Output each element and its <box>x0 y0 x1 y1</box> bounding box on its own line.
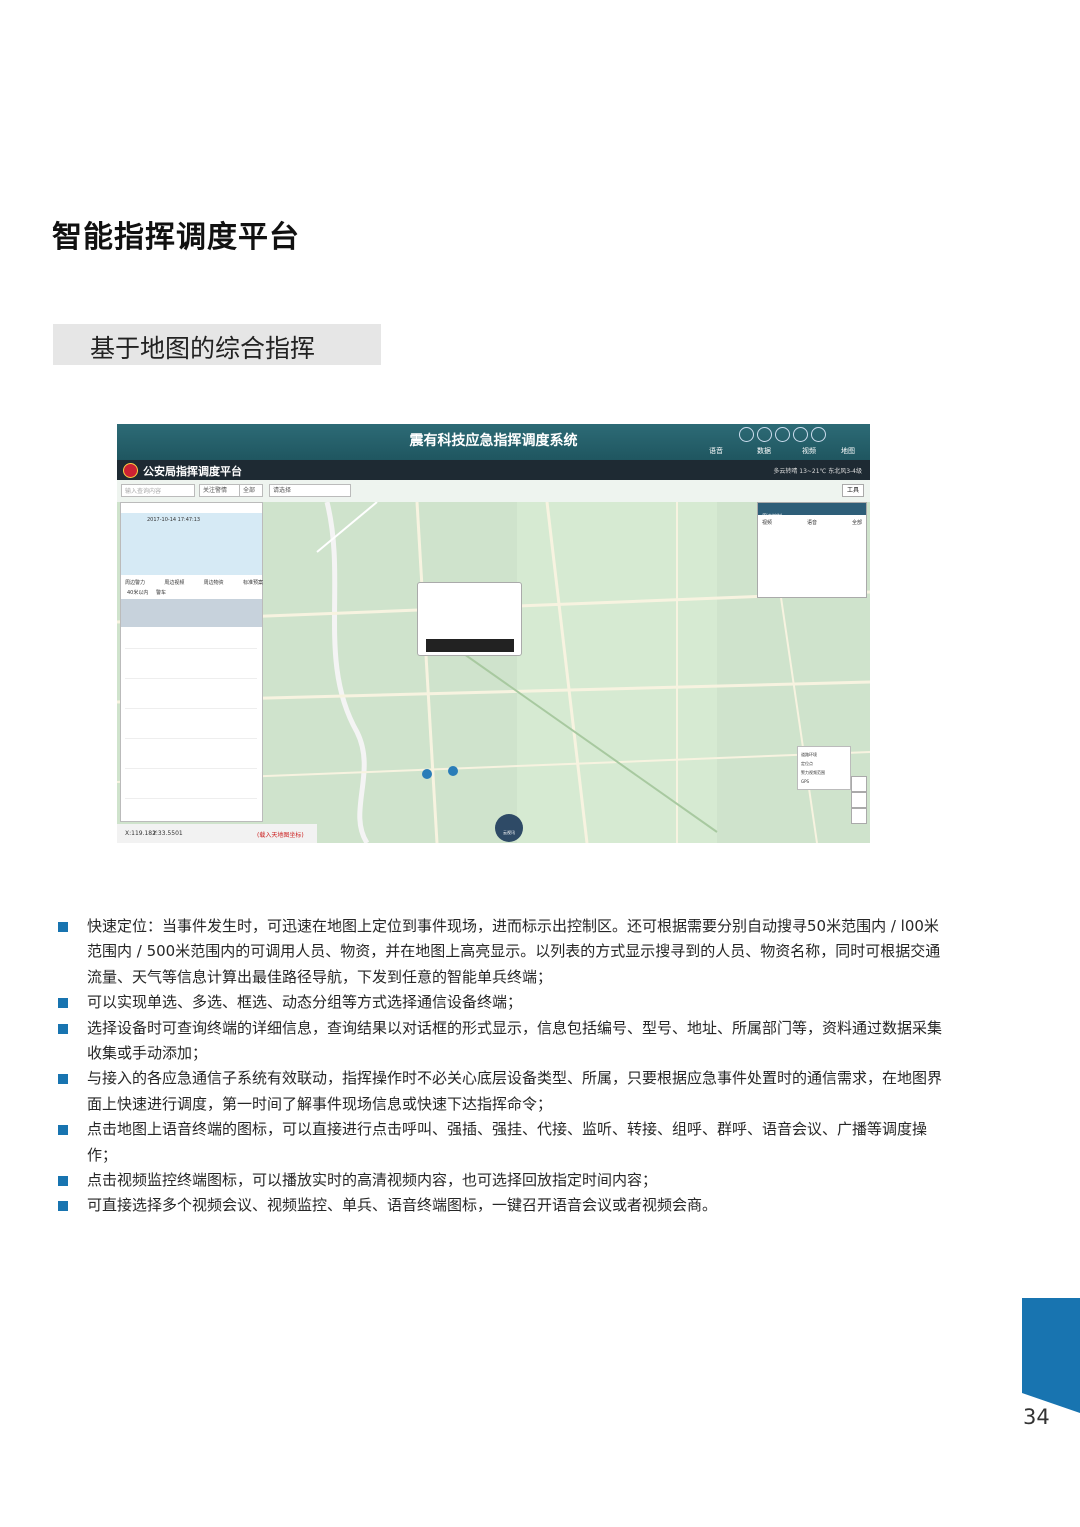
tools-button[interactable]: 工具 <box>842 484 864 497</box>
tab-nearby-video[interactable]: 周边视频 <box>164 579 184 586</box>
radius-option[interactable]: 警车 <box>156 590 166 596</box>
bullet-text: 点击视频监控终端图标，可以播放实时的高清视频内容，也可选择回放指定时间内容； <box>87 1171 658 1190</box>
layer-menu: 道路环境 定位点 警力视频范围 GPS <box>797 746 851 790</box>
radius-option[interactable]: 40米以内 <box>127 590 148 596</box>
list-item: 选择设备时可查询终端的详细信息，查询结果以对话框的形式显示，信息包括编号、型号、… <box>58 1016 948 1067</box>
bullet-text: 选择设备时可查询终端的详细信息，查询结果以对话框的形式显示，信息包括编号、型号、… <box>87 1018 943 1063</box>
popup-action-bar[interactable] <box>426 639 514 652</box>
bullet-square-icon <box>58 1176 68 1187</box>
layers-button[interactable] <box>851 776 867 792</box>
list-item: 点击地图上语音终端的图标，可以直接进行点击呼叫、强插、强挂、代接、监听、转接、组… <box>58 1117 948 1168</box>
list-item: 点击视频监控终端图标，可以播放实时的高清视频内容，也可选择回放指定时间内容； <box>58 1168 948 1193</box>
list-item[interactable] <box>125 633 257 649</box>
control-option[interactable]: 语音 <box>807 519 817 526</box>
page-title: 智能指挥调度平台 <box>52 220 300 255</box>
cloud-label: 云视讯 <box>503 830 515 835</box>
list-item: 可以实现单选、多选、框选、动态分组等方式选择通信设备终端； <box>58 990 948 1015</box>
bullet-text: 与接入的各应急通信子系统有效联动，指挥操作时不必关心底层设备类型、所属，只要根据… <box>87 1069 943 1113</box>
alert-list-panel: 2017-10-14 17:47:13 周边警力 周边视频 周边物资 标准预案 … <box>120 502 263 822</box>
select-scope[interactable]: 全部 <box>239 484 263 497</box>
tab-standard-plan[interactable]: 标准预案 <box>243 579 263 586</box>
bullet-text: 可以实现单选、多选、框选、动态分组等方式选择通信设备终端； <box>87 993 523 1012</box>
platform-header: 公安局指挥调度平台 多云转晴 13~21℃ 东北风3-4级 <box>117 460 870 480</box>
list-item: 与接入的各应急通信子系统有效联动，指挥操作时不必关心底层设备类型、所属，只要根据… <box>58 1066 948 1117</box>
window-icon[interactable] <box>739 427 754 442</box>
tab-nearby-police[interactable]: 周边警力 <box>125 579 145 586</box>
section-banner: 基于地图的综合指挥 <box>53 324 381 365</box>
bullet-square-icon <box>58 1201 68 1212</box>
bullet-square-icon <box>58 1074 68 1085</box>
layer-item[interactable]: 道路环境 <box>801 750 847 759</box>
tab-data[interactable]: 数据 <box>757 446 771 456</box>
window-icon[interactable] <box>757 427 772 442</box>
list-item[interactable] <box>125 663 257 679</box>
tab-video[interactable]: 视频 <box>802 446 816 456</box>
search-icon[interactable] <box>793 427 808 442</box>
bullet-square-icon <box>58 922 68 932</box>
cloud-video-button[interactable]: 云视讯 <box>495 814 523 842</box>
map-toolbar: 输入查询内容 关注警情 全部 请选择 工具 <box>117 480 870 502</box>
police-badge-icon <box>123 463 138 478</box>
layer-item[interactable]: 警力视频范围 <box>801 768 847 777</box>
bullet-text: 可直接选择多个视频会议、视频监控、单兵、语音终端图标，一键召开语音会议或者视频会… <box>87 1196 718 1215</box>
list-item: 快速定位：当事件发生时，可迅速在地图上定位到事件现场，进而标示出控制区。还可根据… <box>58 914 948 990</box>
list-item[interactable] <box>125 753 257 769</box>
system-titlebar: 震有科技应急指挥调度系统 语音 数据 视频 地图 <box>117 424 870 460</box>
bullet-square-icon <box>58 1125 68 1136</box>
zoom-in-button[interactable] <box>851 792 867 808</box>
bullet-text: 点击地图上语音终端的图标，可以直接进行点击呼叫、强插、强挂、代接、监听、转接、组… <box>87 1120 928 1164</box>
device-info-popup[interactable] <box>417 582 522 656</box>
list-item[interactable] <box>125 723 257 739</box>
select-area[interactable]: 请选择 <box>269 484 351 497</box>
coordinate-bar: X:119.182 Y:33.5501 (载入天地图坐标) <box>117 824 317 843</box>
settings-icon[interactable] <box>811 427 826 442</box>
event-card[interactable]: 2017-10-14 17:47:13 <box>121 513 262 575</box>
nearby-control-panel: 周边控制 视频 语音 全部 <box>757 502 867 598</box>
platform-title: 公安局指挥调度平台 <box>143 465 242 478</box>
tab-voice[interactable]: 语音 <box>709 446 723 456</box>
tab-nearby-supplies[interactable]: 周边物资 <box>204 579 224 586</box>
layer-item[interactable]: GPS <box>801 777 847 786</box>
event-time: 2017-10-14 17:47:13 <box>147 517 201 523</box>
zoom-out-button[interactable] <box>851 808 867 824</box>
control-option[interactable]: 视频 <box>762 519 772 526</box>
tab-map[interactable]: 地图 <box>841 446 855 456</box>
page-number: 34 <box>1023 1405 1050 1429</box>
bullet-square-icon <box>58 998 68 1009</box>
coord-x: X:119.182 <box>125 830 156 837</box>
coord-hint: (载入天地图坐标) <box>257 832 304 839</box>
bullet-square-icon <box>58 1023 68 1034</box>
weather-info: 多云转晴 13~21℃ 东北风3-4级 <box>773 468 862 475</box>
control-option[interactable]: 全部 <box>852 519 862 526</box>
bullet-text: 快速定位：当事件发生时，可迅速在地图上定位到事件现场，进而标示出控制区。还可根据… <box>87 917 941 986</box>
app-screenshot: 震有科技应急指挥调度系统 语音 数据 视频 地图 公安局指挥调度平台 多云转晴 … <box>117 424 870 843</box>
window-icon[interactable] <box>775 427 790 442</box>
section-title: 基于地图的综合指挥 <box>90 334 316 363</box>
feature-list: 快速定位：当事件发生时，可迅速在地图上定位到事件现场，进而标示出控制区。还可根据… <box>58 914 948 1219</box>
search-input[interactable]: 输入查询内容 <box>121 484 195 497</box>
layer-item[interactable]: 定位点 <box>801 759 847 768</box>
coord-y: Y:33.5501 <box>153 830 183 837</box>
list-item[interactable] <box>125 693 257 709</box>
list-item[interactable] <box>125 783 257 799</box>
list-item: 可直接选择多个视频会议、视频监控、单兵、语音终端图标，一键召开语音会议或者视频会… <box>58 1193 948 1218</box>
page-corner-tab <box>1022 1298 1080 1413</box>
